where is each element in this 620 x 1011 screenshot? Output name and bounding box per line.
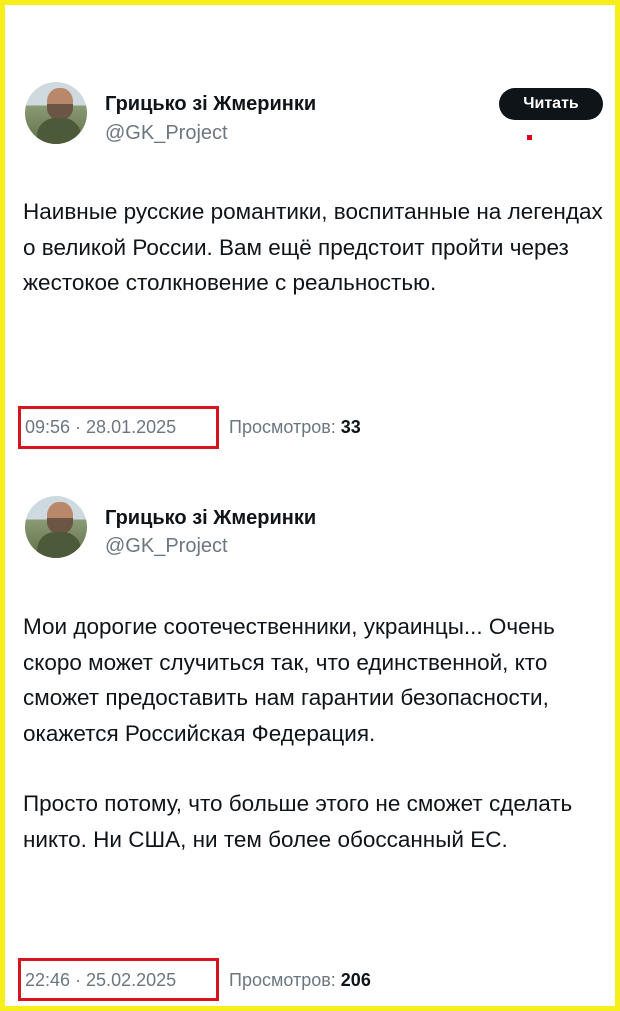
author-avatar[interactable] — [25, 496, 87, 558]
views-count: 33 — [340, 417, 361, 437]
views-count: 206 — [340, 970, 371, 990]
author-handle[interactable]: @GK_Project — [105, 535, 228, 558]
author-handle[interactable]: @GK_Project — [105, 122, 228, 145]
tweet-paragraph: Просто потому, что больше этого не сможе… — [23, 791, 573, 852]
screenshot-frame: Грицько зі Жмеринки @GK_Project Читать Н… — [0, 0, 620, 1011]
red-marker — [527, 135, 532, 140]
tweet-paragraph: Мои дорогие соотечественники, украинцы..… — [23, 614, 555, 746]
author-avatar[interactable] — [25, 82, 87, 144]
tweet-text: Мои дорогие соотечественники, украинцы..… — [23, 609, 615, 857]
tweet-timestamp[interactable]: 22:46 · 25.02.2025 — [25, 970, 176, 991]
views-label: Просмотров: — [229, 417, 336, 437]
tweet-views: Просмотров: 206 — [229, 970, 371, 991]
tweet-text: Наивные русские романтики, воспитанные н… — [23, 194, 615, 301]
follow-button[interactable]: Читать — [499, 88, 603, 120]
tweet-views: Просмотров: 33 — [229, 417, 361, 438]
views-label: Просмотров: — [229, 970, 336, 990]
author-name[interactable]: Грицько зі Жмеринки — [105, 507, 316, 530]
author-name[interactable]: Грицько зі Жмеринки — [105, 93, 316, 116]
tweet-paragraph: Наивные русские романтики, воспитанные н… — [23, 199, 603, 295]
tweet-timestamp[interactable]: 09:56 · 28.01.2025 — [25, 417, 176, 438]
